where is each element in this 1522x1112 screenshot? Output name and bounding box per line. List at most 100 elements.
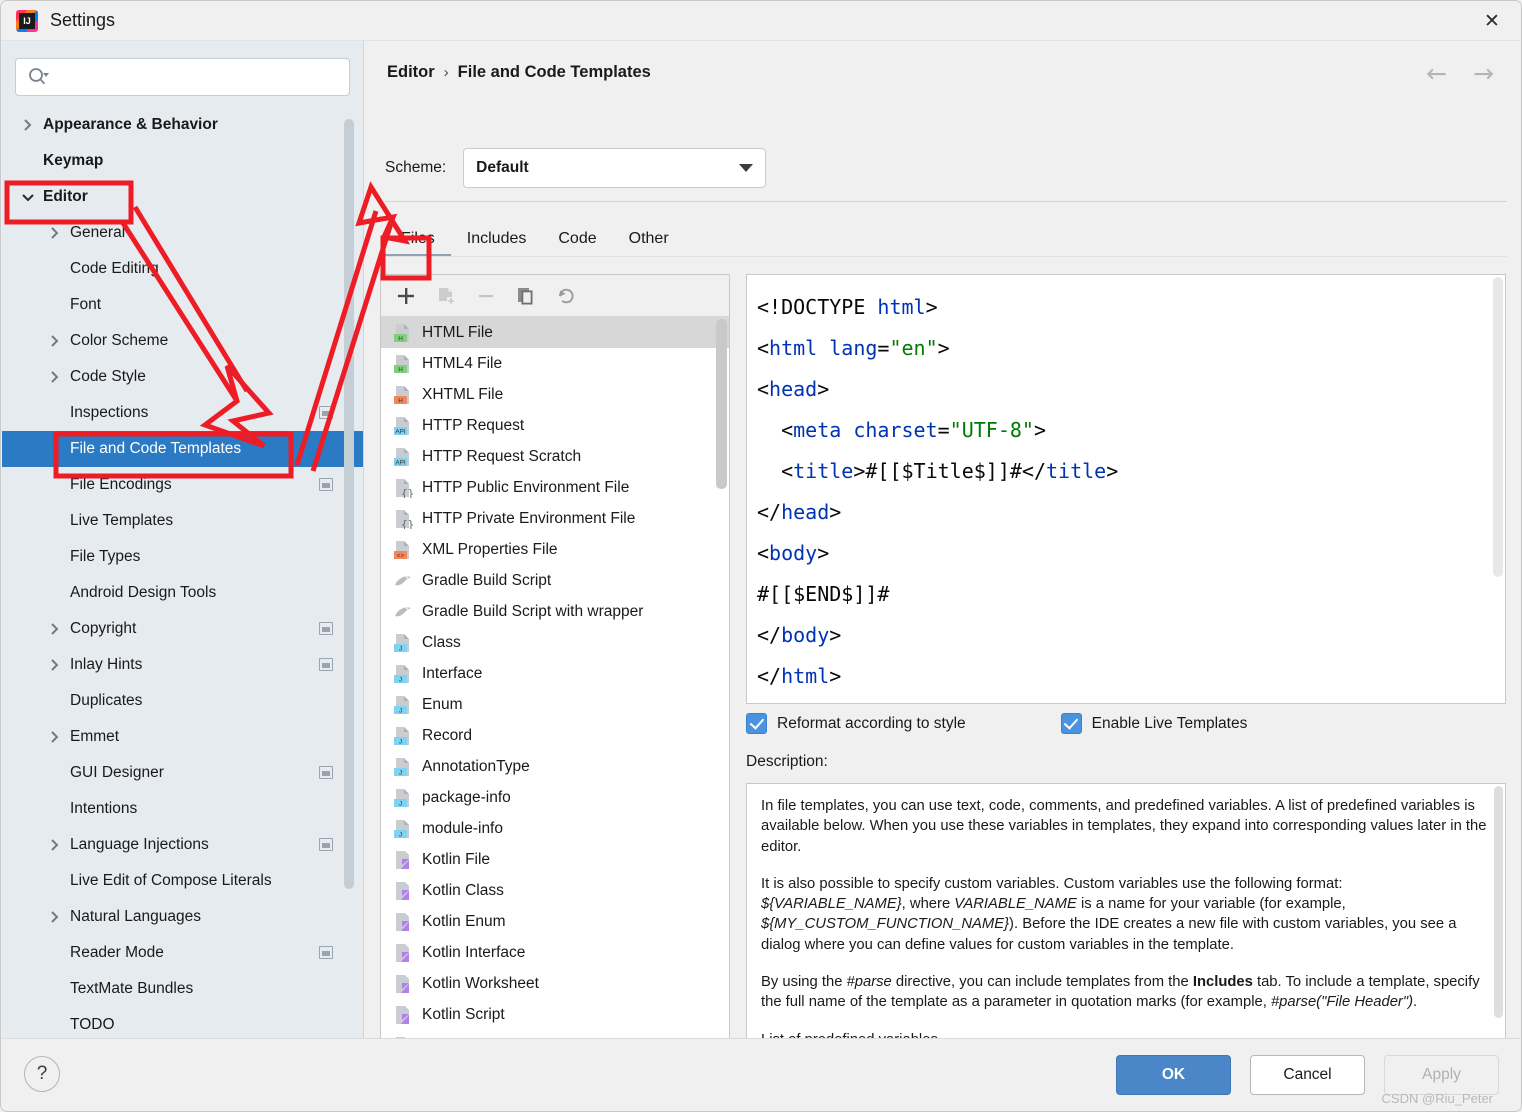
arrow-right-icon[interactable]: →	[1473, 61, 1494, 86]
description-scrollbar[interactable]	[1494, 786, 1503, 1018]
template-list-item[interactable]: J Interface	[381, 658, 729, 689]
svg-text:{}: {}	[401, 487, 413, 498]
breadcrumb-root[interactable]: Editor	[387, 63, 435, 82]
template-editor[interactable]: <!DOCTYPE html> <html lang="en"> <head> <m…	[746, 274, 1506, 704]
chevron-right-icon[interactable]	[47, 910, 62, 925]
sidebar-item-inlay-hints[interactable]: Inlay Hints	[2, 647, 363, 683]
sidebar-scrollbar[interactable]	[344, 119, 354, 889]
template-list-item[interactable]: {} HTTP Private Environment File	[381, 503, 729, 534]
template-list-item[interactable]: Gradle Build Script	[381, 565, 729, 596]
sidebar-item-inspections[interactable]: Inspections	[2, 395, 363, 431]
editor-scrollbar[interactable]	[1493, 277, 1503, 577]
search-box[interactable]	[15, 58, 350, 96]
sidebar-item-natural-languages[interactable]: Natural Languages	[2, 899, 363, 935]
template-list-item[interactable]: Kotlin File	[381, 844, 729, 875]
sidebar-item-font[interactable]: Font	[2, 287, 363, 323]
html-file-icon: H	[393, 354, 413, 374]
chevron-right-icon[interactable]	[47, 370, 62, 385]
template-source-code: <!DOCTYPE html> <html lang="en"> <head> <m…	[757, 287, 1505, 697]
code-line: </html>	[757, 664, 842, 688]
sidebar-item-general[interactable]: General	[2, 215, 363, 251]
ok-button[interactable]: OK	[1116, 1055, 1231, 1095]
sidebar-item-label: Live Edit of Compose Literals	[70, 872, 272, 889]
project-scope-icon	[319, 478, 333, 491]
sidebar-item-file-and-code-templates[interactable]: File and Code Templates	[2, 431, 363, 467]
chevron-right-icon[interactable]	[47, 838, 62, 853]
reset-template-button[interactable]	[549, 280, 583, 312]
help-button[interactable]: ?	[24, 1056, 60, 1092]
sidebar-item-live-templates[interactable]: Live Templates	[2, 503, 363, 539]
sidebar-item-copyright[interactable]: Copyright	[2, 611, 363, 647]
checkbox-enable-live-templates[interactable]: Enable Live Templates	[1060, 713, 1247, 734]
svg-text:API: API	[395, 428, 406, 435]
template-list-item[interactable]: Kotlin Enum	[381, 906, 729, 937]
template-list-item-label: HTTP Request	[422, 416, 525, 434]
chevron-right-icon[interactable]	[47, 226, 62, 241]
sidebar-item-intentions[interactable]: Intentions	[2, 791, 363, 827]
template-list-item[interactable]: Gradle Build Script with wrapper	[381, 596, 729, 627]
template-list-item[interactable]: Kotlin Class	[381, 875, 729, 906]
clone-template-button[interactable]	[509, 280, 543, 312]
chevron-right-icon[interactable]	[47, 730, 62, 745]
chevron-down-icon[interactable]	[20, 190, 35, 205]
template-list-item[interactable]: {} HTTP Public Environment File	[381, 472, 729, 503]
tab-includes[interactable]: Includes	[451, 230, 543, 257]
template-list-item[interactable]: J Class	[381, 627, 729, 658]
chevron-right-icon[interactable]	[20, 118, 35, 133]
sidebar-item-code-editing[interactable]: Code Editing	[2, 251, 363, 287]
template-list-item[interactable]: Jmodule-info	[381, 813, 729, 844]
chevron-right-icon[interactable]	[47, 334, 62, 349]
template-list-item[interactable]: Kotlin Script	[381, 999, 729, 1030]
tab-files[interactable]: Files	[385, 230, 451, 257]
sidebar-item-duplicates[interactable]: Duplicates	[2, 683, 363, 719]
tab-code[interactable]: Code	[542, 230, 612, 257]
breadcrumb-current: File and Code Templates	[457, 63, 651, 81]
template-list-item-label: Kotlin Worksheet	[422, 974, 539, 992]
template-list-item[interactable]: H HTML File	[381, 317, 729, 348]
sidebar-item-file-encodings[interactable]: File Encodings	[2, 467, 363, 503]
template-list-item[interactable]: API HTTP Request	[381, 410, 729, 441]
search-input[interactable]	[54, 67, 334, 87]
sidebar-item-textmate-bundles[interactable]: TextMate Bundles	[2, 971, 363, 1007]
sidebar-item-editor[interactable]: Editor	[2, 179, 363, 215]
kotlin-file-icon	[393, 912, 413, 932]
checkbox-reformat-according-to-style[interactable]: Reformat according to style	[746, 713, 966, 734]
template-list-scrollbar[interactable]	[716, 319, 727, 489]
chevron-right-icon[interactable]	[47, 622, 62, 637]
template-list-item[interactable]: API HTTP Request Scratch	[381, 441, 729, 472]
template-list-item[interactable]: H XHTML File	[381, 379, 729, 410]
template-list-item[interactable]: Kotlin Interface	[381, 937, 729, 968]
sidebar-item-android-design-tools[interactable]: Android Design Tools	[2, 575, 363, 611]
apply-button[interactable]: Apply	[1384, 1055, 1499, 1095]
sidebar-item-reader-mode[interactable]: Reader Mode	[2, 935, 363, 971]
remove-template-button[interactable]	[469, 280, 503, 312]
template-list-item[interactable]: J AnnotationType	[381, 751, 729, 782]
sidebar-item-appearance-behavior[interactable]: Appearance & Behavior	[2, 107, 363, 143]
sidebar-item-todo[interactable]: TODO	[2, 1007, 363, 1037]
sidebar-item-keymap[interactable]: Keymap	[2, 143, 363, 179]
template-list[interactable]: H HTML File H HTML4 File H XHTML File API HTTP …	[381, 317, 729, 1059]
template-list-item-label: HTTP Request Scratch	[422, 447, 582, 465]
sidebar-item-file-types[interactable]: File Types	[2, 539, 363, 575]
template-list-item[interactable]: J Enum	[381, 689, 729, 720]
save-as-template-button[interactable]	[429, 280, 463, 312]
tab-other[interactable]: Other	[613, 230, 685, 257]
template-list-item[interactable]: <> XML Properties File	[381, 534, 729, 565]
sidebar-item-language-injections[interactable]: Language Injections	[2, 827, 363, 863]
arrow-left-icon[interactable]: ←	[1426, 61, 1447, 86]
cancel-button[interactable]: Cancel	[1250, 1055, 1365, 1095]
sidebar-item-color-scheme[interactable]: Color Scheme	[2, 323, 363, 359]
scheme-select[interactable]: Default	[463, 148, 767, 188]
sidebar-item-live-edit-of-compose-literals[interactable]: Live Edit of Compose Literals	[2, 863, 363, 899]
sidebar-item-code-style[interactable]: Code Style	[2, 359, 363, 395]
template-list-item[interactable]: H HTML4 File	[381, 348, 729, 379]
add-template-button[interactable]	[389, 280, 423, 312]
sidebar-item-emmet[interactable]: Emmet	[2, 719, 363, 755]
sidebar-item-gui-designer[interactable]: GUI Designer	[2, 755, 363, 791]
template-list-item[interactable]: Jpackage-info	[381, 782, 729, 813]
template-list-item[interactable]: Kotlin Worksheet	[381, 968, 729, 999]
close-icon[interactable]: ✕	[1461, 1, 1521, 40]
chevron-right-icon[interactable]	[47, 658, 62, 673]
template-list-item[interactable]: J Record	[381, 720, 729, 751]
template-list-item-label: XML Properties File	[422, 540, 558, 558]
